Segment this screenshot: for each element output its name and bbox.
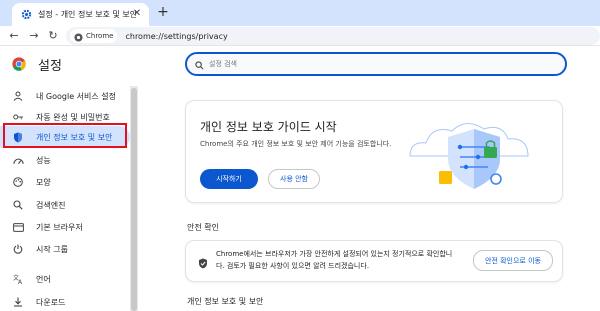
sidebar-item-label: 다운로드 — [36, 297, 66, 307]
toolbar: ← → ↻ Chrome chrome://settings/privacy — [0, 26, 600, 46]
speed-icon — [12, 154, 24, 166]
privacy-guide-card: 개인 정보 보호 가이드 시작 Chrome의 주요 개인 정보 보호 및 보안… — [186, 101, 562, 202]
sidebar-item-google-services[interactable]: 내 Google 서비스 설정 — [0, 85, 130, 107]
new-tab-button[interactable]: + — [155, 4, 171, 20]
search-icon — [12, 199, 24, 211]
address-bar[interactable]: Chrome chrome://settings/privacy — [66, 27, 600, 45]
reload-icon[interactable]: ↻ — [45, 28, 61, 44]
go-to-safety-check-button[interactable]: 안전 확인으로 이동 — [473, 250, 553, 271]
shield-check-icon — [198, 254, 208, 273]
sidebar-item-label: 기본 브라우저 — [36, 222, 83, 232]
sidebar-item-label: 모양 — [36, 177, 51, 187]
download-icon — [12, 296, 24, 308]
privacy-section-heading: 개인 정보 보호 및 보안 — [187, 297, 264, 306]
sidebar-item-label: 시작 그룹 — [36, 244, 68, 254]
safety-check-card: Chrome에서는 브라우저가 가장 안전하게 설정되어 있는지 정기적으로 확… — [186, 241, 562, 281]
safety-check-description: Chrome에서는 브라우저가 가장 안전하게 설정되어 있는지 정기적으로 확… — [216, 250, 453, 270]
translate-icon: 文A — [12, 273, 24, 285]
sidebar-item-label: 자동 완성 및 비밀번호 — [36, 112, 110, 122]
person-icon — [12, 90, 24, 102]
guide-description: Chrome의 주요 개인 정보 보호 및 보안 제어 기능을 검토합니다. — [200, 140, 392, 148]
sidebar-item-label: 검색엔진 — [36, 200, 66, 210]
power-icon — [12, 243, 24, 255]
sidebar: 내 Google 서비스 설정 자동 완성 및 비밀번호 개인 정보 보호 및 … — [0, 82, 140, 311]
tab-title: 설정 - 개인 정보 보호 및 보안 — [38, 10, 136, 19]
tab-strip: 설정 - 개인 정보 보호 및 보안 ✕ + — [0, 0, 600, 26]
site-chip[interactable]: Chrome — [70, 27, 118, 46]
dismiss-guide-button[interactable]: 사용 안함 — [268, 169, 320, 189]
sidebar-item-label: 내 Google 서비스 설정 — [36, 91, 116, 101]
tab-settings[interactable]: 설정 - 개인 정보 보호 및 보안 ✕ — [12, 3, 149, 26]
sidebar-item-downloads[interactable]: 다운로드 — [0, 291, 130, 311]
sidebar-scrollbar-thumb[interactable] — [131, 88, 137, 311]
sidebar-item-label: 언어 — [36, 274, 51, 284]
search-input[interactable] — [209, 60, 539, 68]
back-icon[interactable]: ← — [6, 28, 22, 44]
url-text[interactable]: chrome://settings/privacy — [125, 32, 227, 41]
settings-header: 설정 — [0, 46, 600, 82]
sidebar-item-default-browser[interactable]: 기본 브라우저 — [0, 216, 130, 238]
settings-search[interactable] — [185, 52, 567, 76]
sidebar-item-startup[interactable]: 시작 그룹 — [0, 238, 130, 260]
browser-icon — [12, 221, 24, 233]
forward-icon[interactable]: → — [26, 28, 42, 44]
key-icon — [12, 111, 24, 123]
chrome-logo-icon — [74, 27, 83, 46]
sidebar-item-search-engine[interactable]: 검색엔진 — [0, 194, 130, 216]
privacy-guide-illustration — [409, 123, 529, 189]
sidebar-item-appearance[interactable]: 모양 — [0, 171, 130, 193]
start-guide-button[interactable]: 시작하기 — [200, 169, 258, 189]
chrome-logo-icon — [12, 56, 26, 75]
close-icon[interactable]: ✕ — [131, 8, 143, 20]
gear-icon — [20, 9, 32, 21]
sidebar-item-languages[interactable]: 文A 언어 — [0, 268, 130, 290]
annotation-highlight — [3, 123, 127, 148]
chip-label: Chrome — [86, 32, 114, 40]
safety-check-heading: 안전 확인 — [187, 223, 219, 232]
sidebar-item-label: 성능 — [36, 155, 51, 165]
search-icon — [195, 55, 204, 74]
guide-title: 개인 정보 보호 가이드 시작 — [200, 120, 337, 134]
page-title: 설정 — [38, 59, 62, 74]
sidebar-item-performance[interactable]: 성능 — [0, 149, 130, 171]
svg-text:A: A — [18, 279, 23, 284]
palette-icon — [12, 176, 24, 188]
